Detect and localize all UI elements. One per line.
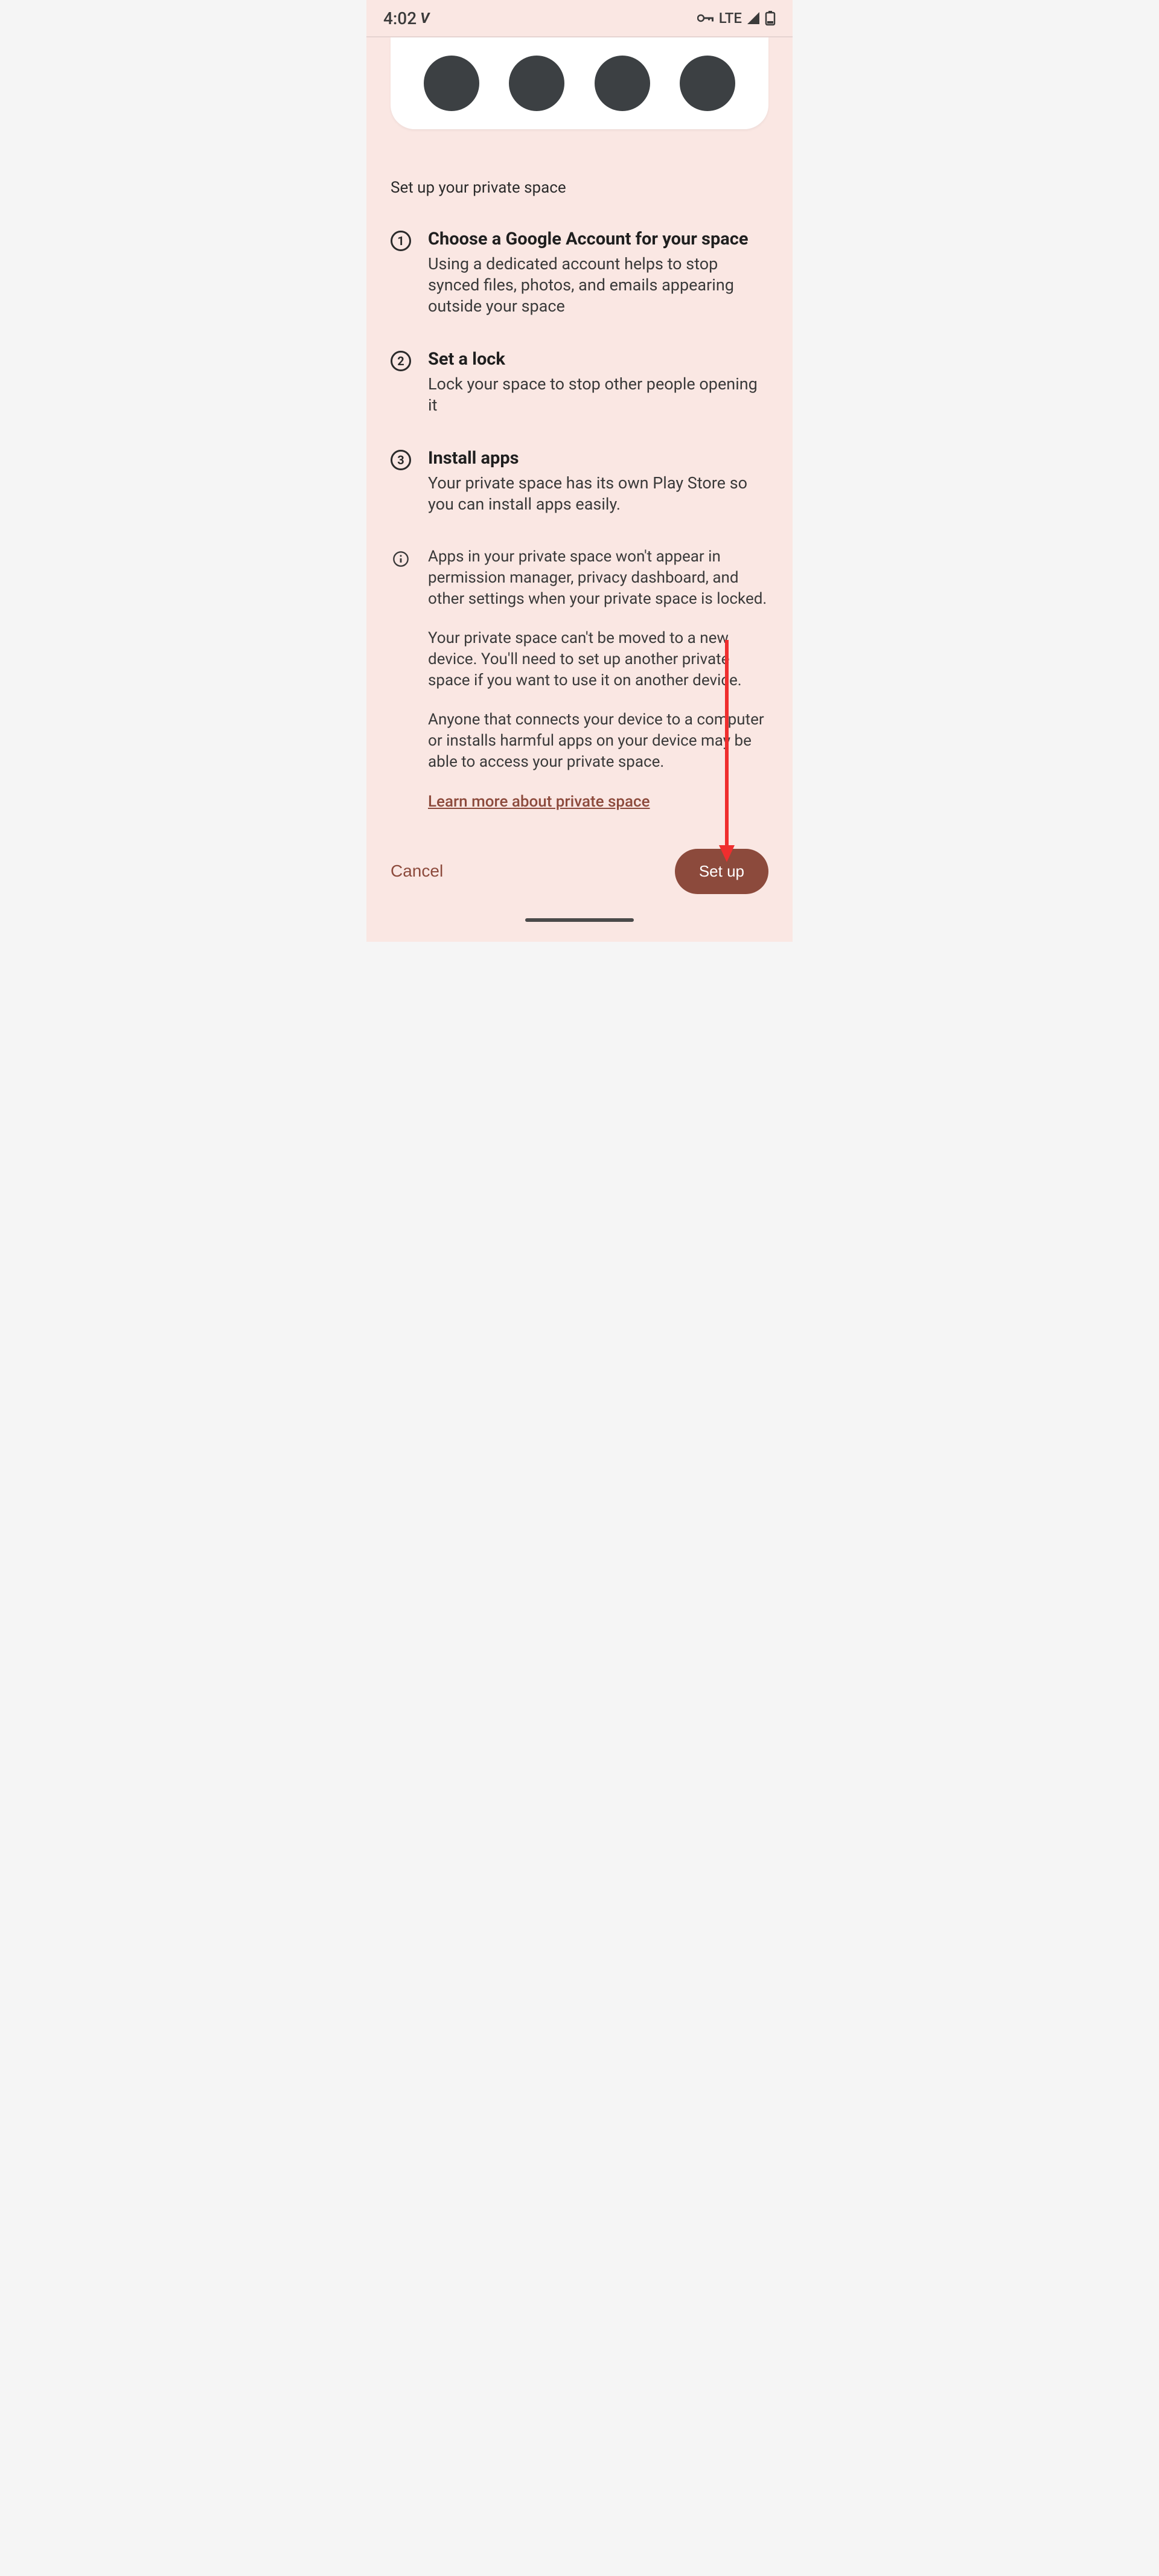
setup-step-2: 2 Set a lock Lock your space to stop oth… — [391, 348, 768, 416]
status-bar: 4:02 V LTE — [366, 0, 793, 36]
info-section: Apps in your private space won't appear … — [391, 546, 768, 813]
illustration-dot — [424, 56, 479, 111]
illustration-dot — [680, 56, 735, 111]
learn-more-link[interactable]: Learn more about private space — [428, 791, 650, 813]
status-time: 4:02 — [383, 8, 417, 28]
info-paragraph: Your private space can't be moved to a n… — [428, 628, 768, 691]
step-description: Your private space has its own Play Stor… — [428, 473, 768, 515]
button-row: Cancel Set up — [366, 825, 793, 906]
setup-button[interactable]: Set up — [675, 849, 768, 894]
illustration-dot — [509, 56, 564, 111]
app-indicator-icon: V — [420, 10, 429, 27]
cancel-button[interactable]: Cancel — [391, 861, 443, 881]
section-title: Set up your private space — [391, 179, 768, 197]
step-number-badge: 1 — [391, 231, 411, 251]
network-type-label: LTE — [719, 10, 742, 27]
step-title: Set a lock — [428, 348, 768, 371]
status-right: LTE — [697, 10, 776, 27]
step-title: Install apps — [428, 447, 768, 470]
illustration-card — [391, 37, 768, 129]
info-paragraph: Apps in your private space won't appear … — [428, 546, 768, 610]
step-description: Lock your space to stop other people ope… — [428, 374, 768, 416]
step-title: Choose a Google Account for your space — [428, 228, 768, 251]
info-icon — [391, 549, 411, 569]
step-number-badge: 3 — [391, 450, 411, 470]
navigation-bar — [366, 906, 793, 934]
setup-step-1: 1 Choose a Google Account for your space… — [391, 228, 768, 317]
setup-step-3: 3 Install apps Your private space has it… — [391, 447, 768, 515]
battery-icon — [765, 10, 776, 26]
status-left: 4:02 V — [383, 8, 429, 28]
step-description: Using a dedicated account helps to stop … — [428, 254, 768, 317]
info-paragraph: Anyone that connects your device to a co… — [428, 709, 768, 773]
gesture-handle[interactable] — [525, 918, 634, 922]
signal-icon — [747, 11, 760, 25]
step-number-badge: 2 — [391, 351, 411, 371]
vpn-key-icon — [697, 13, 714, 23]
illustration-dot — [595, 56, 650, 111]
